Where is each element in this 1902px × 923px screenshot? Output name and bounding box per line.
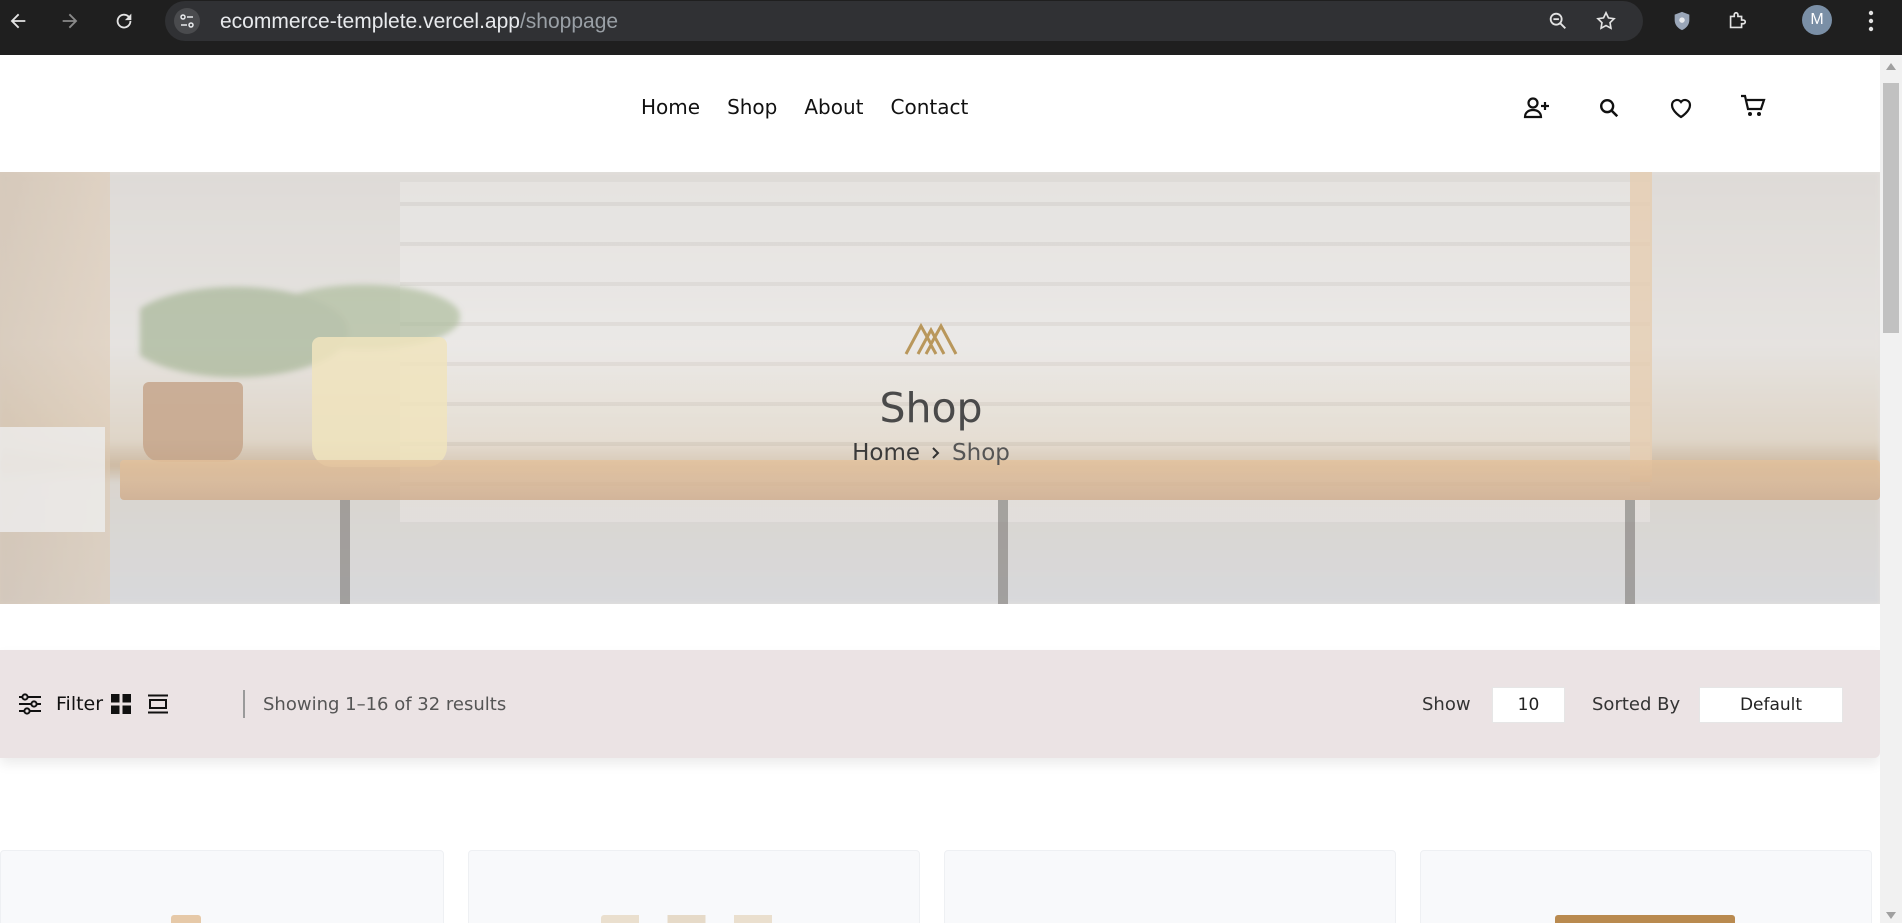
chevron-right-icon	[930, 440, 942, 466]
add-user-icon[interactable]	[1522, 93, 1552, 123]
url-path: /shoppage	[519, 10, 619, 33]
search-icon[interactable]	[1594, 93, 1624, 123]
shop-toolbar: Filter Showing 1–16 of 32 results Show 1…	[0, 650, 1880, 758]
show-label-text: Show	[1422, 693, 1471, 715]
product-card[interactable]	[944, 850, 1396, 923]
cart-icon[interactable]	[1738, 91, 1768, 121]
grid-view-icon[interactable]	[111, 650, 131, 758]
site-header: Home Shop About Contact	[0, 55, 1880, 172]
shield-extension-icon[interactable]	[1669, 8, 1695, 34]
wishlist-heart-icon[interactable]	[1666, 93, 1696, 123]
results-text: Showing 1–16 of 32 results	[263, 693, 507, 715]
nav-link-about[interactable]: About	[804, 95, 863, 119]
nav-link-home[interactable]: Home	[641, 95, 700, 119]
results-count: Showing 1–16 of 32 results	[263, 650, 506, 758]
extensions-puzzle-icon[interactable]	[1724, 8, 1750, 34]
back-icon[interactable]	[5, 8, 31, 34]
filter-label: Filter	[56, 693, 104, 715]
forward-icon[interactable]	[57, 8, 83, 34]
scroll-down-icon[interactable]	[1886, 912, 1896, 919]
list-view-icon[interactable]	[148, 650, 168, 758]
web-page: Home Shop About Contact Shop Home Shop F…	[0, 55, 1880, 923]
product-card[interactable]	[1420, 850, 1872, 923]
page-title: Shop	[879, 384, 983, 432]
breadcrumb: Home Shop	[0, 440, 1862, 466]
page-scrollbar[interactable]	[1880, 55, 1902, 923]
product-image	[1555, 915, 1735, 923]
bookmark-star-icon[interactable]	[1593, 8, 1619, 34]
breadcrumb-current: Shop	[952, 440, 1010, 466]
site-settings-icon[interactable]	[174, 8, 200, 34]
product-card[interactable]	[0, 850, 444, 923]
address-bar[interactable]: ecommerce-templete.vercel.app/shoppage	[165, 1, 1643, 41]
brand-logo-icon	[904, 322, 958, 361]
product-card[interactable]	[468, 850, 920, 923]
reload-icon[interactable]	[111, 8, 137, 34]
nav-link-contact[interactable]: Contact	[891, 95, 969, 119]
scroll-up-icon[interactable]	[1886, 63, 1896, 70]
hero-banner: Shop Home Shop >.<	[0, 172, 1880, 604]
profile-avatar[interactable]: M	[1802, 5, 1832, 35]
url-host: ecommerce-templete.vercel.app	[220, 10, 520, 33]
sort-label-text: Sorted By	[1592, 693, 1681, 715]
sort-select[interactable]: Default	[1699, 687, 1843, 723]
filter-sliders-icon	[18, 693, 42, 715]
zoom-icon[interactable]	[1545, 8, 1571, 34]
scrollbar-thumb[interactable]	[1883, 83, 1899, 333]
show-label: Show	[1422, 650, 1471, 758]
show-count-input[interactable]: 10	[1492, 687, 1565, 723]
product-image	[171, 915, 201, 923]
breadcrumb-home[interactable]: Home	[852, 440, 920, 466]
url-text[interactable]: ecommerce-templete.vercel.app/shoppage	[220, 10, 618, 34]
filter-button[interactable]: Filter	[18, 650, 103, 758]
nav-link-shop[interactable]: Shop	[727, 95, 777, 119]
main-nav: Home Shop About Contact	[641, 95, 968, 119]
browser-toolbar: ecommerce-templete.vercel.app/shoppage M	[0, 0, 1902, 55]
toolbar-divider	[243, 690, 245, 718]
sort-label: Sorted By	[1592, 650, 1680, 758]
menu-dots-icon[interactable]	[1858, 8, 1884, 34]
product-image	[601, 915, 791, 923]
